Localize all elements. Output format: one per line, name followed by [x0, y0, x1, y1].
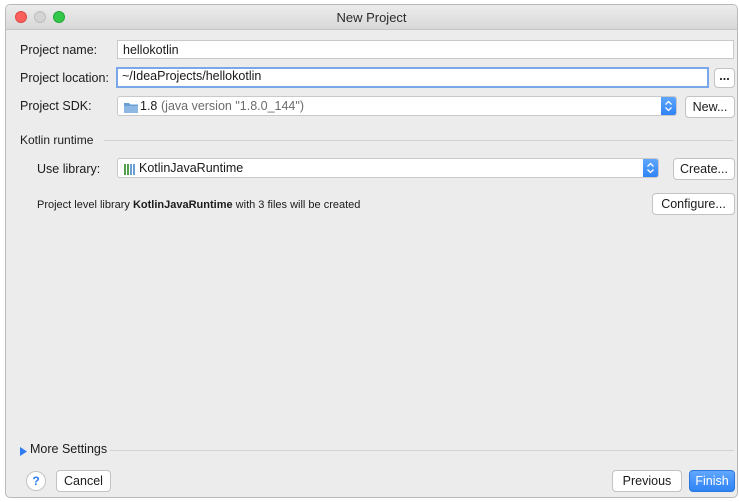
library-info-prefix: Project level library — [37, 199, 133, 211]
new-sdk-button[interactable]: New... — [685, 96, 735, 118]
library-value: KotlinJavaRuntime — [139, 161, 244, 175]
up-down-arrow-icon — [643, 159, 658, 177]
triangle-right-icon — [20, 445, 27, 459]
window-title: New Project — [336, 10, 407, 25]
section-divider — [104, 140, 734, 141]
sdk-detail: (java version "1.8.0_144") — [161, 99, 304, 113]
library-info-name: KotlinJavaRuntime — [132, 199, 233, 211]
previous-button[interactable]: Previous — [612, 470, 682, 492]
project-name-label: Project name: — [20, 43, 98, 57]
more-settings-toggle[interactable]: More Settings — [18, 442, 110, 458]
library-icon — [124, 162, 136, 175]
project-name-input[interactable]: hellokotlin — [117, 40, 734, 59]
use-library-label: Use library: — [37, 162, 101, 176]
sdk-version: 1.8 — [140, 99, 158, 113]
title-bar: New Project — [6, 5, 737, 30]
browse-location-button[interactable]: ... — [714, 68, 735, 88]
new-project-dialog: New Project Project name: hellokotlin Pr… — [5, 4, 738, 498]
library-info-suffix: with 3 files will be created — [232, 199, 361, 211]
create-library-button[interactable]: Create... — [673, 158, 735, 180]
kotlin-runtime-section-title: Kotlin runtime — [20, 133, 94, 147]
help-button[interactable]: ? — [26, 471, 46, 491]
more-settings-divider — [110, 450, 734, 451]
more-settings-label: More Settings — [30, 442, 108, 456]
configure-library-button[interactable]: Configure... — [652, 193, 735, 215]
project-sdk-label: Project SDK: — [20, 99, 92, 113]
library-info-text: Project level library KotlinJavaRuntime … — [37, 199, 360, 211]
project-sdk-dropdown[interactable]: 1.8 (java version "1.8.0_144") — [117, 96, 677, 116]
project-location-input[interactable]: ~/IdeaProjects/hellokotlin — [116, 67, 709, 88]
project-location-label: Project location: — [20, 71, 109, 85]
up-down-arrow-icon — [661, 97, 676, 115]
use-library-dropdown[interactable]: KotlinJavaRuntime — [117, 158, 659, 178]
folder-icon — [124, 100, 138, 113]
cancel-button[interactable]: Cancel — [56, 470, 111, 492]
finish-button[interactable]: Finish — [689, 470, 735, 492]
